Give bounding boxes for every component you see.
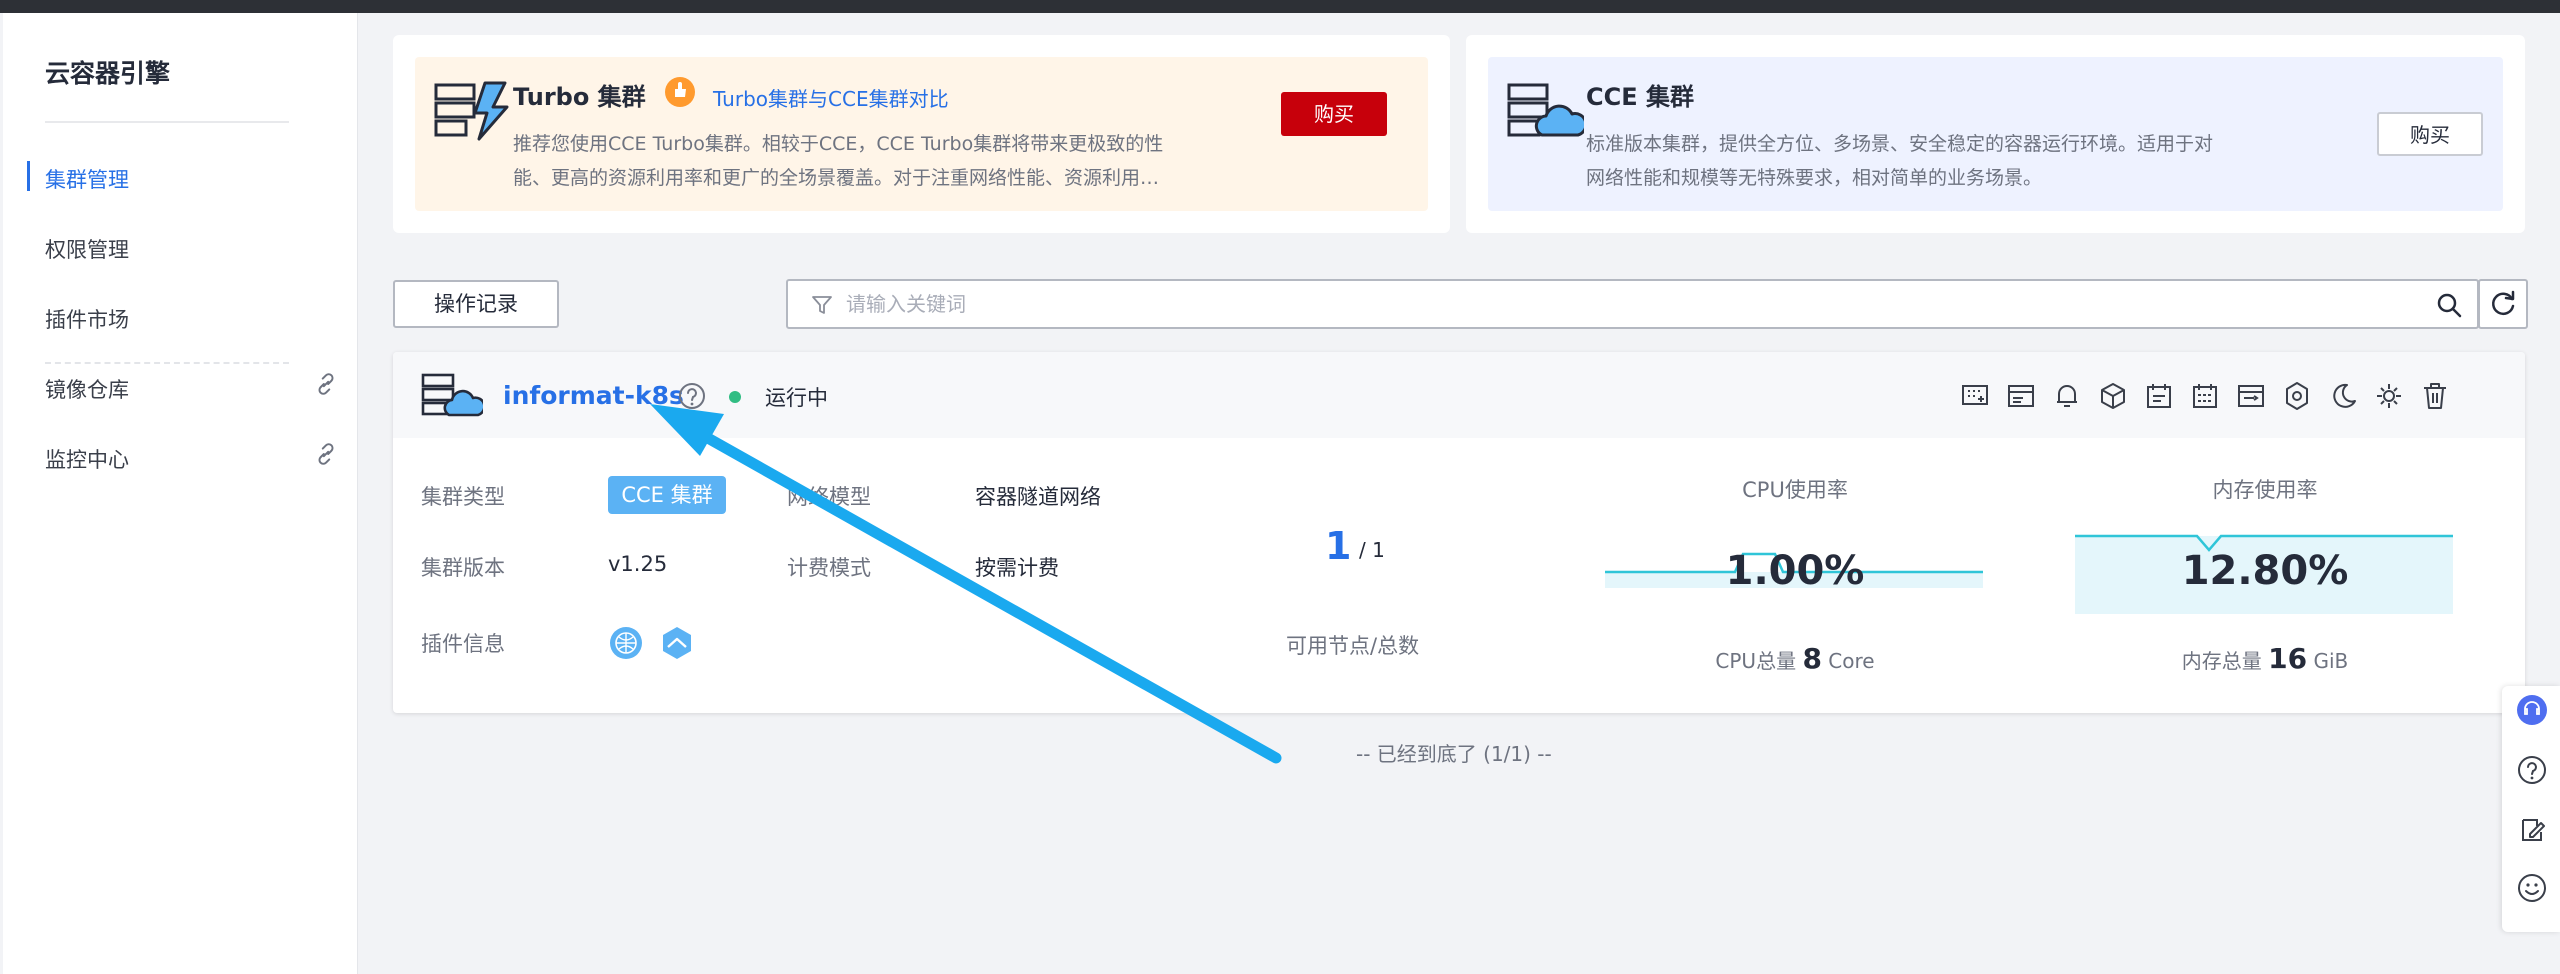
cluster-icon — [421, 373, 483, 417]
turbo-cluster-icon — [434, 81, 509, 141]
cce-cluster-icon — [1507, 83, 1584, 137]
buy-cce-button[interactable]: 购买 — [2377, 112, 2483, 156]
sidebar-item-label: 集群管理 — [45, 168, 129, 192]
sidebar-item-label: 监控中心 — [45, 448, 129, 472]
cluster-version-value: v1.25 — [608, 552, 668, 576]
billing-mode-value: 按需计费 — [975, 556, 1059, 580]
calendar-icon[interactable] — [2143, 380, 2175, 412]
dns-plugin-icon[interactable] — [608, 625, 644, 661]
refresh-icon — [2492, 290, 2515, 316]
filter-icon — [812, 296, 832, 314]
cce-promo-title: CCE 集群 — [1586, 83, 1694, 111]
cluster-version-label: 集群版本 — [421, 556, 505, 580]
sidebar-item-permissions[interactable]: 权限管理 — [3, 227, 357, 267]
search-icon[interactable] — [2435, 291, 2463, 319]
sidebar-item-label: 权限管理 — [45, 238, 129, 262]
sidebar-item-plugin-market[interactable]: 插件市场 — [3, 297, 357, 337]
help-icon[interactable] — [2516, 754, 2548, 786]
active-indicator — [27, 161, 30, 191]
console-icon[interactable] — [2235, 380, 2267, 412]
list-end-text: -- 已经到底了 (1/1) -- — [1356, 742, 1552, 766]
sidebar-title: 云容器引擎 — [45, 59, 171, 88]
cce-cluster-promo: CCE 集群 标准版本集群，提供全方位、多场景、安全稳定的容器运行环境。适用于对… — [1466, 35, 2525, 233]
cpu-usage-value: 1.00% — [1725, 548, 1865, 594]
delete-icon[interactable] — [2419, 380, 2451, 412]
cluster-card: informat-k8s 运行中 集群类型 CCE 集群 网络模型 容器隧道网络… — [393, 352, 2525, 713]
sidebar-item-monitoring[interactable]: 监控中心 — [3, 437, 357, 477]
plugin-info-label: 插件信息 — [421, 632, 505, 656]
mem-usage-value: 12.80% — [2181, 548, 2349, 594]
billing-mode-label: 计费模式 — [787, 556, 871, 580]
hand-badge-icon — [665, 77, 695, 107]
cluster-type-badge: CCE 集群 — [608, 476, 726, 514]
smiley-feedback-icon[interactable] — [2516, 872, 2548, 904]
network-model-label: 网络模型 — [787, 485, 871, 509]
list-icon[interactable] — [2005, 380, 2037, 412]
sidebar-item-label: 插件市场 — [45, 308, 129, 332]
cluster-name-link[interactable]: informat-k8s — [503, 381, 684, 410]
nodes-available: 1 — [1325, 524, 1352, 568]
turbo-promo-title: Turbo 集群 — [513, 83, 646, 111]
settings-icon[interactable] — [2281, 380, 2313, 412]
search-input[interactable] — [844, 289, 2388, 321]
turbo-promo-inner: Turbo 集群 Turbo集群与CCE集群对比 推荐您使用CCE Turbo集… — [415, 57, 1428, 211]
turbo-cluster-promo: Turbo 集群 Turbo集群与CCE集群对比 推荐您使用CCE Turbo集… — [393, 35, 1450, 233]
sidebar-item-cluster-management[interactable]: 集群管理 — [3, 157, 357, 197]
refresh-button[interactable] — [2478, 279, 2528, 329]
turbo-promo-description: 推荐您使用CCE Turbo集群。相较于CCE，CCE Turbo集群将带来更极… — [513, 133, 1164, 189]
cluster-status: 运行中 — [765, 386, 828, 410]
sidebar-item-label: 镜像仓库 — [45, 378, 129, 402]
nodes-total: / 1 — [1359, 538, 1385, 562]
status-dot — [729, 391, 741, 403]
turbo-vs-cce-link[interactable]: Turbo集群与CCE集群对比 — [713, 83, 949, 112]
floating-help-rail — [2502, 686, 2560, 932]
moon-icon[interactable] — [2327, 380, 2359, 412]
cce-promo-description: 标准版本集群，提供全方位、多场景、安全稳定的容器运行环境。适用于对 网络性能和规… — [1586, 133, 2214, 189]
sidebar-item-image-repo[interactable]: 镜像仓库 — [3, 367, 357, 407]
nodes-label: 可用节点/总数 — [1286, 634, 1420, 658]
sidebar: 云容器引擎 集群管理 权限管理 插件市场 镜像仓库 监控中心 — [3, 13, 358, 974]
cluster-type-label: 集群类型 — [421, 485, 505, 509]
cce-promo-inner: CCE 集群 标准版本集群，提供全方位、多场景、安全稳定的容器运行环境。适用于对… — [1488, 57, 2503, 211]
bell-icon[interactable] — [2051, 380, 2083, 412]
schedule-icon[interactable] — [2189, 380, 2221, 412]
grid-add-icon[interactable] — [1959, 380, 1991, 412]
sidebar-divider — [45, 121, 289, 123]
cpu-usage-title: CPU使用率 — [1742, 478, 1848, 502]
sidebar-dashed-divider — [45, 362, 289, 364]
buy-turbo-button[interactable]: 购买 — [1281, 92, 1387, 136]
operation-records-button[interactable]: 操作记录 — [393, 280, 559, 328]
cube-icon[interactable] — [2097, 380, 2129, 412]
help-icon[interactable] — [677, 381, 707, 411]
storage-plugin-icon[interactable] — [659, 625, 695, 661]
top-bar — [0, 0, 2560, 13]
mem-total: 内存总量 16 GiB — [2181, 642, 2349, 675]
gear-cluster-icon[interactable] — [2373, 380, 2405, 412]
cluster-card-header: informat-k8s 运行中 — [393, 352, 2525, 438]
external-link-icon — [318, 373, 334, 395]
mem-usage-title: 内存使用率 — [2212, 478, 2318, 502]
feedback-edit-icon[interactable] — [2516, 814, 2548, 846]
search-box[interactable] — [786, 279, 2479, 329]
network-model-value: 容器隧道网络 — [975, 485, 1101, 509]
external-link-icon — [318, 443, 334, 465]
customer-service-icon[interactable] — [2516, 694, 2548, 726]
cpu-total: CPU总量 8 Core — [1715, 642, 1875, 675]
